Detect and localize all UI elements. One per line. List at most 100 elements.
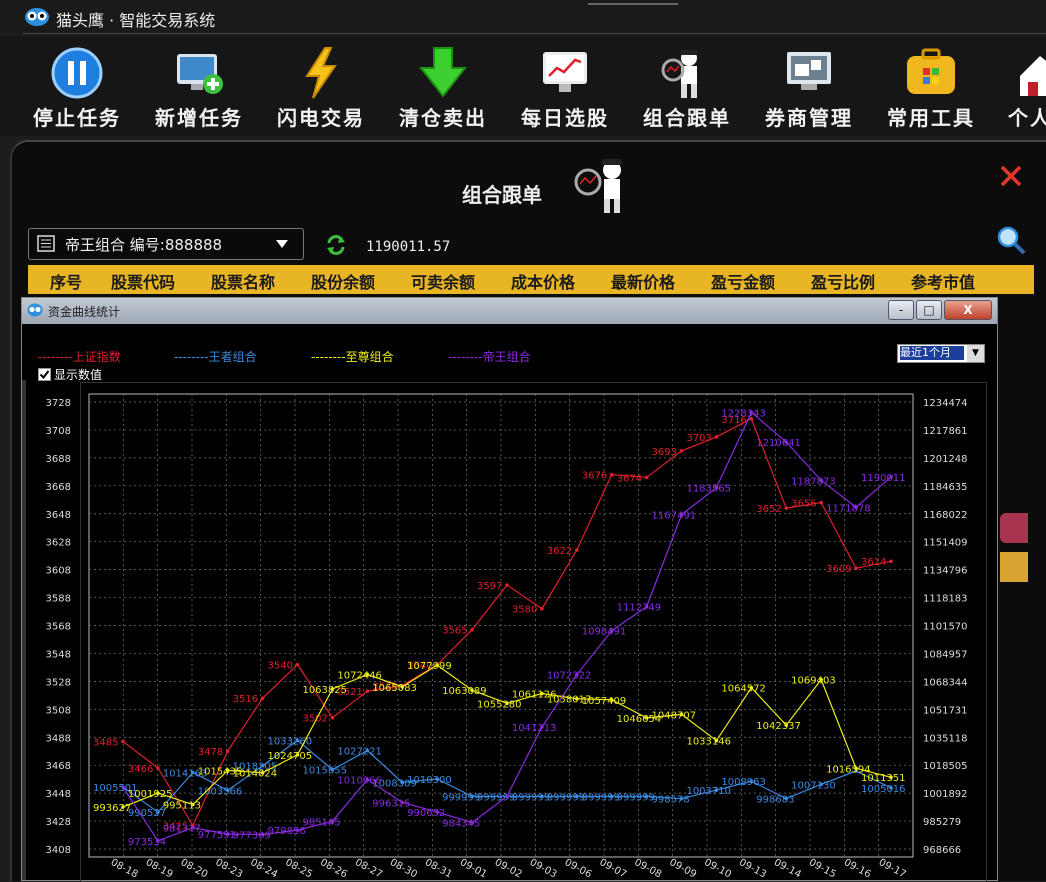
x-tick-label: 09-02 bbox=[493, 857, 524, 880]
data-label: 1171878 bbox=[826, 503, 871, 514]
x-tick-label: 09-10 bbox=[702, 857, 733, 880]
data-label: 995113 bbox=[163, 801, 201, 812]
y-left-tick-label: 3588 bbox=[46, 594, 71, 605]
data-label: 1042337 bbox=[756, 721, 801, 732]
y-right-tick-label: 968666 bbox=[923, 845, 961, 856]
data-label: 1072322 bbox=[547, 671, 592, 682]
refresh-icon[interactable] bbox=[326, 234, 346, 256]
clear-sell-label: 清仓卖出 bbox=[399, 106, 487, 130]
x-tick-label: 08-20 bbox=[179, 857, 210, 880]
portfolio-follow-button[interactable]: 组合跟单 bbox=[632, 46, 742, 131]
data-label: 998578 bbox=[652, 795, 690, 806]
data-label: 999999 bbox=[547, 792, 585, 803]
clear-sell-button[interactable]: 清仓卖出 bbox=[388, 46, 498, 131]
data-label: 1072446 bbox=[337, 670, 382, 681]
x-tick-label: 09-03 bbox=[528, 857, 559, 880]
data-label: 3674 bbox=[617, 473, 642, 484]
x-tick-label: 08-24 bbox=[248, 857, 279, 880]
flash-trade-button[interactable]: 闪电交易 bbox=[266, 46, 376, 131]
portfolio-select-value: 帝王组合 编号:888888 bbox=[65, 236, 223, 254]
portfolio-follow-label: 组合跟单 bbox=[643, 106, 731, 130]
y-left-tick-label: 3528 bbox=[46, 677, 71, 688]
broker-icon bbox=[787, 52, 831, 90]
data-label: 1003566 bbox=[198, 786, 243, 797]
data-label: 1112749 bbox=[617, 603, 662, 614]
search-icon[interactable] bbox=[996, 225, 1026, 255]
series-point bbox=[260, 696, 265, 700]
data-label: 1010066 bbox=[337, 775, 382, 786]
y-right-tick-label: 1018505 bbox=[923, 761, 968, 772]
y-left-tick-label: 3468 bbox=[46, 761, 71, 772]
stop-task-button[interactable]: 停止任务 bbox=[22, 46, 132, 131]
col-stock-code: 股票代码 bbox=[111, 273, 176, 292]
title-divider bbox=[22, 33, 1046, 34]
data-label: 984345 bbox=[442, 819, 480, 830]
chevron-down-icon bbox=[276, 240, 288, 248]
add-task-button[interactable]: 新增任务 bbox=[144, 46, 254, 131]
portfolio-select[interactable]: 帝王组合 编号:888888 bbox=[28, 228, 304, 260]
detective-icon bbox=[661, 50, 697, 98]
side-tab-red[interactable] bbox=[1000, 513, 1028, 543]
x-tick-label: 09-06 bbox=[563, 857, 594, 880]
x-tick-label: 09-14 bbox=[772, 857, 803, 880]
data-label: 3565 bbox=[442, 626, 467, 637]
x-tick-label: 09-09 bbox=[667, 857, 698, 880]
y-right-tick-label: 1001892 bbox=[923, 789, 968, 800]
add-monitor-icon bbox=[177, 54, 223, 94]
x-tick-label: 09-13 bbox=[737, 857, 768, 880]
down-arrow-icon bbox=[418, 47, 468, 98]
personal-button[interactable]: 个人 bbox=[998, 46, 1046, 131]
data-label: 999999 bbox=[617, 792, 655, 803]
data-label: 1005016 bbox=[861, 784, 906, 795]
data-label: 1063825 bbox=[302, 685, 347, 696]
data-label: 1077999 bbox=[407, 661, 452, 672]
data-label: 1065083 bbox=[372, 683, 417, 694]
daily-pick-button[interactable]: 每日选股 bbox=[510, 46, 620, 131]
common-tools-button[interactable]: 常用工具 bbox=[876, 46, 986, 131]
data-label: 1048707 bbox=[652, 710, 697, 721]
y-right-tick-label: 1134796 bbox=[923, 566, 968, 577]
data-label: 1064572 bbox=[721, 684, 766, 695]
series-point bbox=[156, 766, 160, 770]
data-label: 1008963 bbox=[721, 777, 766, 788]
data-label: 1027221 bbox=[337, 747, 382, 758]
home-icon bbox=[1020, 56, 1046, 96]
data-label: 1190011 bbox=[861, 473, 906, 484]
owl-logo-icon bbox=[25, 8, 49, 26]
x-tick-label: 08-27 bbox=[353, 857, 384, 880]
col-profit-ratio: 盈亏比例 bbox=[811, 273, 876, 292]
series-point bbox=[121, 785, 125, 789]
y-right-tick-label: 985279 bbox=[923, 817, 961, 828]
col-index: 序号 bbox=[50, 273, 83, 292]
data-label: 1187873 bbox=[791, 476, 836, 487]
data-label: 3580 bbox=[512, 605, 537, 616]
x-tick-label: 08-23 bbox=[213, 857, 244, 880]
data-label: 973534 bbox=[128, 837, 166, 848]
data-label: 1210641 bbox=[756, 438, 801, 449]
list-icon bbox=[37, 235, 55, 252]
data-label: 1167491 bbox=[652, 511, 697, 522]
y-right-tick-label: 1151409 bbox=[923, 538, 968, 549]
personal-label: 个人 bbox=[1008, 106, 1046, 130]
data-label: 1057409 bbox=[582, 696, 627, 707]
app-title: 猫头鹰 · 智能交易系统 bbox=[56, 11, 216, 30]
series-point bbox=[679, 449, 684, 453]
data-label: 3693 bbox=[652, 447, 677, 458]
data-label: 3516 bbox=[233, 694, 258, 705]
side-tab-yellow[interactable] bbox=[1000, 552, 1028, 582]
data-label: 1010300 bbox=[407, 775, 452, 786]
series-point bbox=[889, 559, 893, 564]
data-label: 1007130 bbox=[791, 780, 836, 791]
data-label: 1183565 bbox=[686, 484, 731, 495]
col-stock-name: 股票名称 bbox=[211, 273, 276, 292]
broker-manage-button[interactable]: 券商管理 bbox=[754, 46, 864, 131]
y-left-tick-label: 3648 bbox=[46, 510, 71, 521]
data-label: 3622 bbox=[547, 546, 572, 557]
y-right-tick-label: 1068344 bbox=[923, 677, 968, 688]
series-point bbox=[644, 475, 649, 480]
close-panel-icon[interactable] bbox=[998, 163, 1024, 189]
y-left-tick-label: 3548 bbox=[46, 649, 71, 660]
daily-pick-label: 每日选股 bbox=[521, 106, 609, 130]
data-label: 3540 bbox=[268, 661, 293, 672]
col-latest-price: 最新价格 bbox=[611, 273, 676, 292]
